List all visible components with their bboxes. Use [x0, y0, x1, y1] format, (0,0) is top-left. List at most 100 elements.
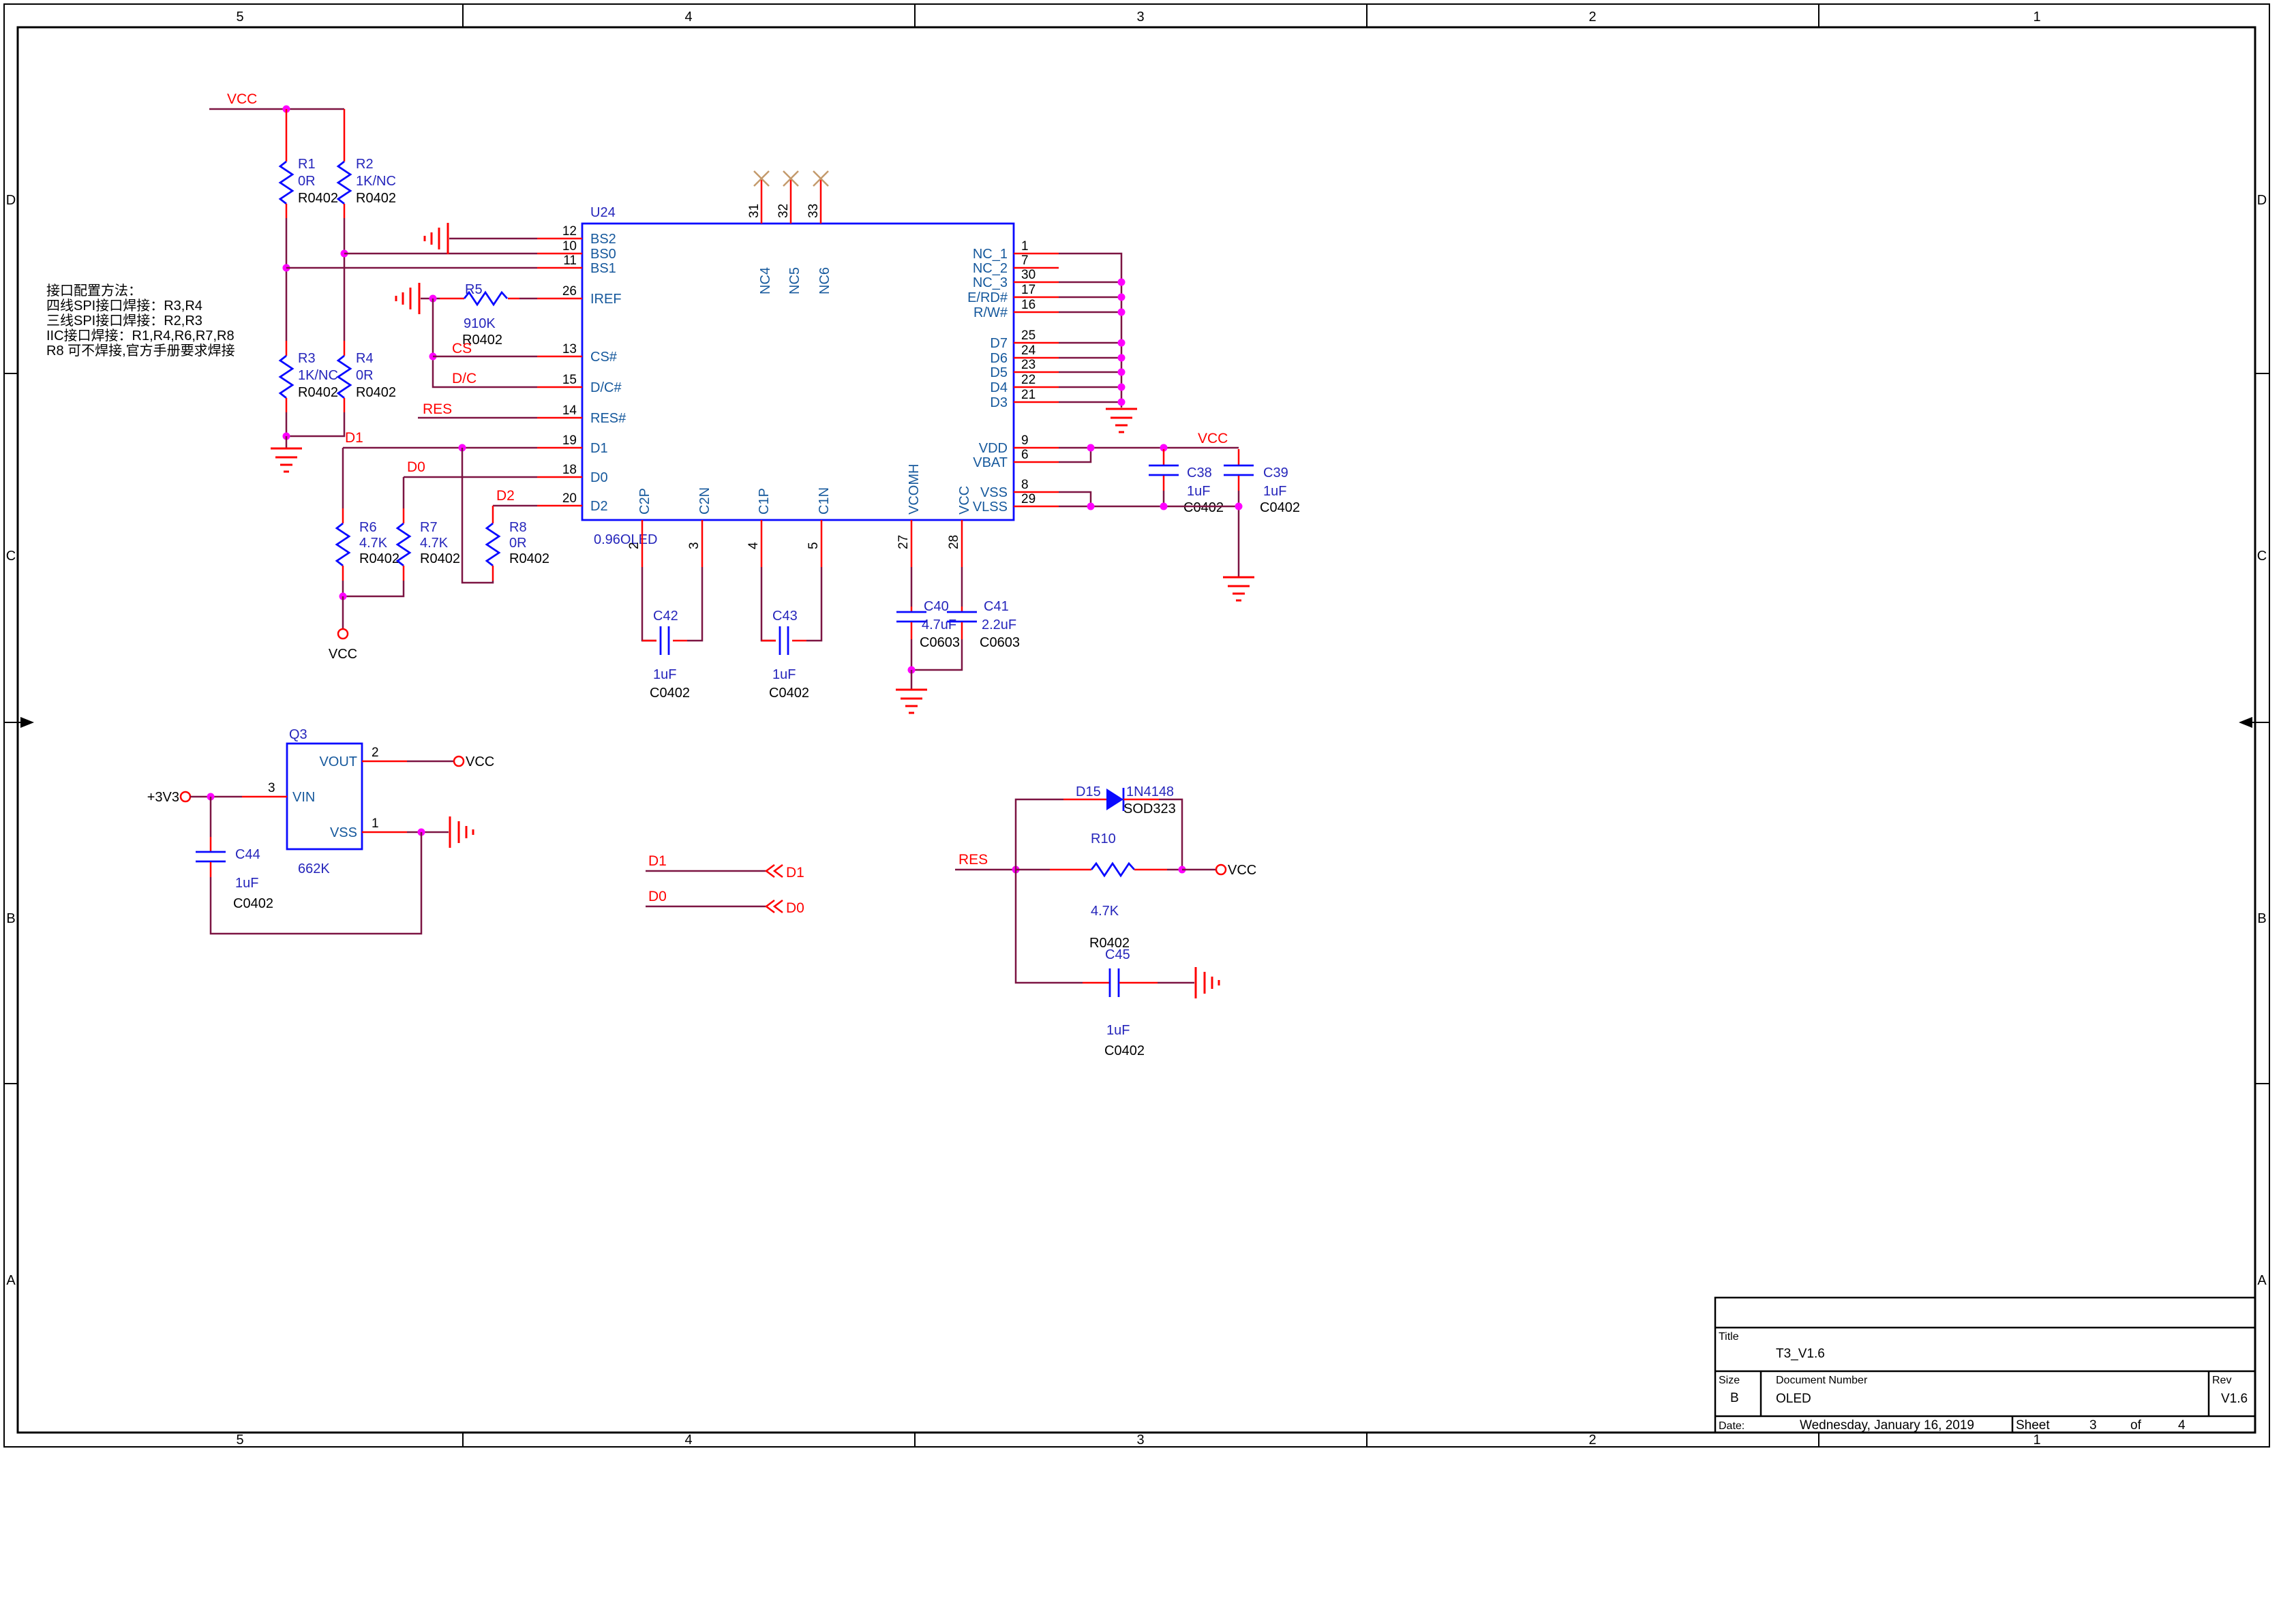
title-block: Title T3_V1.6 Size B Document Number OLE…: [1715, 1298, 2255, 1433]
pin-name-d2: D2: [590, 499, 608, 514]
zone-right-c: C: [2257, 549, 2267, 564]
pin-num-6: 6: [1021, 448, 1029, 462]
pin-name-bs2: BS2: [590, 232, 616, 247]
r6-value: 4.7K: [359, 536, 388, 551]
pin-name-d6: D6: [990, 351, 1008, 366]
pin-name-res: RES#: [590, 411, 626, 426]
d15-ref: D15: [1076, 784, 1101, 799]
pin-name-rw: R/W#: [973, 305, 1008, 320]
r4-footprint: R0402: [356, 385, 396, 400]
zone-bottom-5: 5: [236, 1433, 243, 1448]
pin-name-vcomh: C1N: [817, 487, 832, 515]
ground-symbol: [1106, 409, 1137, 432]
titleblock-date-label: Date:: [1719, 1420, 1744, 1432]
zone-bottom-4: 4: [684, 1433, 692, 1448]
pin-num-9: 9: [1021, 433, 1029, 448]
q3-vcc-port-label: VCC: [466, 754, 494, 769]
pin-num-1: 1: [1021, 239, 1029, 254]
pin-num-32: 32: [776, 204, 791, 218]
vcc-net-label-right: VCC: [1198, 431, 1228, 446]
c41-ref: C41: [984, 599, 1009, 614]
c39-ref: C39: [1263, 465, 1288, 480]
r6-footprint: R0402: [359, 551, 399, 566]
r7-footprint: R0402: [420, 551, 460, 566]
c43-footprint: C0402: [769, 686, 809, 701]
d0-port-label: D0: [786, 900, 804, 916]
pin-num-10: 10: [562, 239, 577, 254]
interface-config-notes: 接口配置方法： 四线SPI接口焊接：R3,R4 三线SPI接口焊接：R2,R3 …: [46, 283, 235, 358]
pin-num-27: 27: [896, 535, 911, 549]
zone-top-5: 5: [236, 10, 243, 25]
r3-value: 1K/NC: [298, 368, 338, 383]
charge-pump-caps: C42 1uF C0402 C43 1uF C0402 C40 4.7uF C0…: [642, 567, 1020, 713]
bs2-ground: [425, 223, 537, 254]
r7-ref: R7: [420, 520, 438, 535]
titleblock-date: Wednesday, January 16, 2019: [1800, 1418, 1974, 1433]
pin-name-nc4: NC4: [758, 267, 773, 294]
r8-value: 0R: [509, 536, 527, 551]
c39-footprint: C0402: [1260, 500, 1300, 515]
capacitor-c42: C42 1uF C0402: [642, 567, 702, 701]
u24-oled-ic: U24 0.96OLED 12 10 11 26 13 15 14 19 18 …: [537, 171, 1059, 567]
q3-pin-num-2: 2: [372, 746, 379, 760]
vcc-port-label: VCC: [329, 647, 357, 662]
ground-symbol: [271, 448, 302, 472]
pin-num-19: 19: [562, 433, 577, 448]
c44-ref: C44: [235, 847, 260, 862]
pin-num-24: 24: [1021, 343, 1036, 358]
d15-value: 1N4148: [1126, 784, 1174, 799]
titleblock-rev: V1.6: [2221, 1392, 2248, 1406]
c44-footprint: C0402: [233, 896, 273, 911]
pin-name-d1: D1: [590, 441, 608, 456]
note-line-3: 三线SPI接口焊接：R2,R3: [46, 313, 202, 328]
resistor-r4: R4 0R R0402: [338, 341, 396, 412]
c43-ref: C43: [772, 609, 798, 624]
r7-value: 4.7K: [420, 536, 449, 551]
pin-num-5: 5: [806, 542, 821, 549]
pin-num-22: 22: [1021, 373, 1036, 387]
zone-bottom-3: 3: [1136, 1433, 1144, 1448]
d0-net-label: D0: [407, 459, 425, 475]
capacitor-c38: C38 1uF C0402: [1149, 449, 1224, 515]
zone-left-d: D: [6, 193, 16, 208]
pin-num-8: 8: [1021, 478, 1029, 492]
zone-right-b: B: [2257, 911, 2266, 926]
r1-value: 0R: [298, 174, 316, 189]
zone-right-d: D: [2257, 193, 2267, 208]
pin-name-vlss: VLSS: [973, 500, 1008, 515]
c41-footprint: C0603: [980, 635, 1020, 650]
dc-net-label: D/C: [452, 371, 477, 386]
pin-num-30: 30: [1021, 268, 1036, 282]
q3-pin-num-1: 1: [372, 816, 379, 831]
d15-footprint: SOD323: [1123, 801, 1176, 816]
c44-value: 1uF: [235, 876, 258, 891]
r8-footprint: R0402: [509, 551, 549, 566]
zone-top-2: 2: [1588, 10, 1596, 25]
r4-value: 0R: [356, 368, 374, 383]
zone-right-a: A: [2257, 1273, 2267, 1288]
resistor-r10: R10 4.7K R0402: [1016, 831, 1182, 951]
d0-port: D0 D0: [646, 889, 804, 916]
q3-value: 662K: [298, 861, 330, 876]
capacitor-c40: C40 4.7uF C0603: [896, 567, 960, 670]
q3-pin-vin: VIN: [292, 790, 315, 805]
c45-ref: C45: [1105, 947, 1130, 962]
pin-num-18: 18: [562, 463, 577, 477]
pin-num-23: 23: [1021, 358, 1036, 372]
titleblock-title-label: Title: [1719, 1331, 1739, 1343]
c40-footprint: C0603: [920, 635, 960, 650]
u24-right-pins: [1014, 254, 1059, 506]
d1-d0-ports: D1 D1 D0 D0: [646, 853, 804, 916]
resistor-r6: R6 4.7K R0402: [337, 448, 399, 596]
pin-name-c2p: C2P: [637, 488, 652, 515]
cs-net-label: CS: [452, 341, 472, 356]
r6-ref: R6: [359, 520, 377, 535]
diode-d15: D15 1N4148 SOD323: [1016, 784, 1182, 870]
pin-num-14: 14: [562, 403, 577, 418]
note-line-5: R8 可不焊接,官方手册要求焊接: [46, 343, 235, 358]
note-line-2: 四线SPI接口焊接：R3,R4: [46, 298, 202, 313]
pin-num-20: 20: [562, 491, 577, 506]
c40-value: 4.7uF: [922, 617, 956, 632]
pin-name-nc5: NC5: [787, 267, 802, 294]
pin-num-3: 3: [687, 542, 701, 549]
